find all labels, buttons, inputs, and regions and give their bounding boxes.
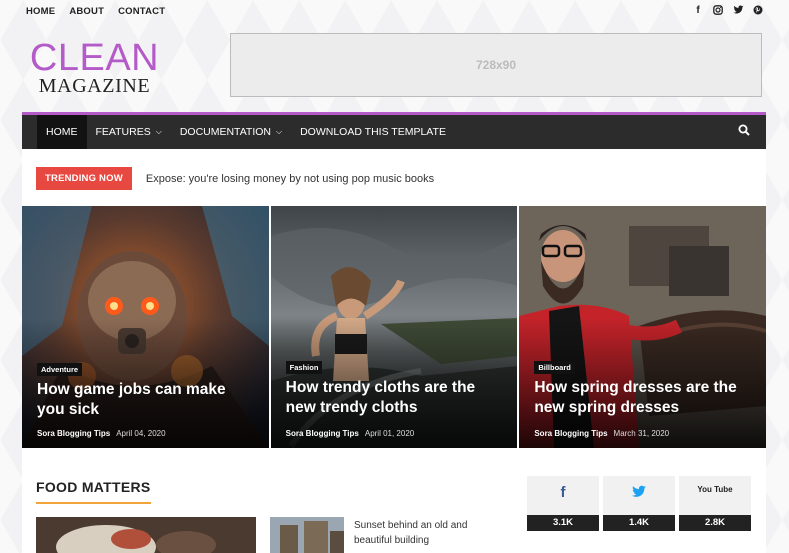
pinterest-icon[interactable]: [753, 5, 763, 18]
post-title[interactable]: Sunset behind an old and beautiful build…: [354, 518, 494, 548]
category-badge[interactable]: Billboard: [534, 361, 575, 374]
section-title: FOOD MATTERS: [36, 479, 151, 504]
top-bar: HOME ABOUT CONTACT f: [0, 0, 789, 24]
category-badge[interactable]: Adventure: [37, 363, 83, 376]
facebook-counter[interactable]: f 3.1K: [527, 476, 599, 531]
post-date: April 04, 2020: [116, 429, 166, 438]
main-nav: HOME FEATURES ⌵ DOCUMENTATION ⌵ DOWNLOAD T…: [22, 112, 766, 149]
featured-title[interactable]: How game jobs can make you sick: [37, 380, 257, 420]
post-meta: Sora Blogging Tips April 01, 2020: [286, 429, 415, 438]
follower-count: 1.4K: [603, 515, 675, 531]
top-social-links: f: [693, 5, 763, 18]
twitter-icon: [603, 485, 675, 503]
ad-size-label: 728x90: [475, 58, 517, 72]
featured-title[interactable]: How trendy cloths are the new trendy clo…: [286, 378, 506, 418]
featured-card[interactable]: Adventure How game jobs can make you sic…: [22, 206, 269, 448]
follower-count: 2.8K: [679, 515, 751, 531]
nav-item-home[interactable]: HOME: [37, 115, 87, 149]
featured-posts: Adventure How game jobs can make you sic…: [22, 206, 767, 448]
top-links: HOME ABOUT CONTACT: [26, 6, 165, 17]
twitter-icon[interactable]: [733, 5, 744, 18]
top-link-contact[interactable]: CONTACT: [118, 6, 165, 17]
post-author[interactable]: Sora Blogging Tips: [37, 429, 110, 438]
nav-item-download[interactable]: DOWNLOAD THIS TEMPLATE: [291, 115, 455, 149]
instagram-icon[interactable]: [713, 5, 723, 18]
nav-item-documentation[interactable]: DOCUMENTATION ⌵: [171, 115, 291, 149]
logo-line-1: CLEAN: [29, 37, 160, 79]
post-meta: Sora Blogging Tips April 04, 2020: [37, 429, 166, 438]
trending-tag: TRENDING NOW: [36, 167, 132, 190]
chevron-down-icon: ⌵: [276, 127, 283, 136]
logo-line-2: MAGAZINE: [38, 75, 151, 97]
post-author[interactable]: Sora Blogging Tips: [286, 429, 359, 438]
nav-item-label: FEATURES: [95, 126, 151, 138]
nav-item-features[interactable]: FEATURES ⌵: [87, 115, 171, 149]
nav-item-label: HOME: [46, 126, 78, 138]
post-thumbnail[interactable]: [270, 517, 344, 553]
twitter-counter[interactable]: 1.4K: [603, 476, 675, 531]
site-logo[interactable]: CLEAN MAGAZINE: [27, 37, 162, 97]
search-icon[interactable]: [738, 124, 750, 136]
post-date: April 01, 2020: [364, 429, 415, 438]
youtube-icon: You Tube: [697, 485, 733, 494]
post-date: March 31, 2020: [613, 429, 670, 438]
featured-card[interactable]: Fashion How trendy cloths are the new tr…: [270, 206, 518, 448]
post-thumbnail[interactable]: [36, 517, 256, 553]
facebook-icon[interactable]: f: [693, 5, 703, 18]
category-badge[interactable]: Fashion: [285, 361, 323, 374]
trending-headline[interactable]: Expose: you're losing money by not using…: [146, 173, 434, 185]
chevron-down-icon: ⌵: [155, 127, 162, 136]
top-link-home[interactable]: HOME: [26, 6, 55, 17]
nav-item-label: DOCUMENTATION: [179, 126, 272, 138]
main-content: TRENDING NOW Expose: you're losing money…: [22, 149, 767, 553]
post-meta: Sora Blogging Tips March 31, 2020: [534, 429, 669, 438]
post-author[interactable]: Sora Blogging Tips: [534, 429, 607, 438]
trending-bar: TRENDING NOW Expose: you're losing money…: [36, 167, 434, 190]
ad-banner[interactable]: 728x90: [230, 33, 762, 97]
featured-title[interactable]: How spring dresses are the new spring dr…: [534, 378, 754, 418]
follower-count: 3.1K: [527, 515, 599, 531]
nav-item-label: DOWNLOAD THIS TEMPLATE: [300, 126, 446, 138]
youtube-counter[interactable]: You Tube 2.8K: [679, 476, 751, 531]
featured-card[interactable]: Billboard How spring dresses are the new…: [519, 206, 767, 448]
facebook-icon: f: [560, 484, 566, 501]
top-link-about[interactable]: ABOUT: [69, 6, 104, 17]
